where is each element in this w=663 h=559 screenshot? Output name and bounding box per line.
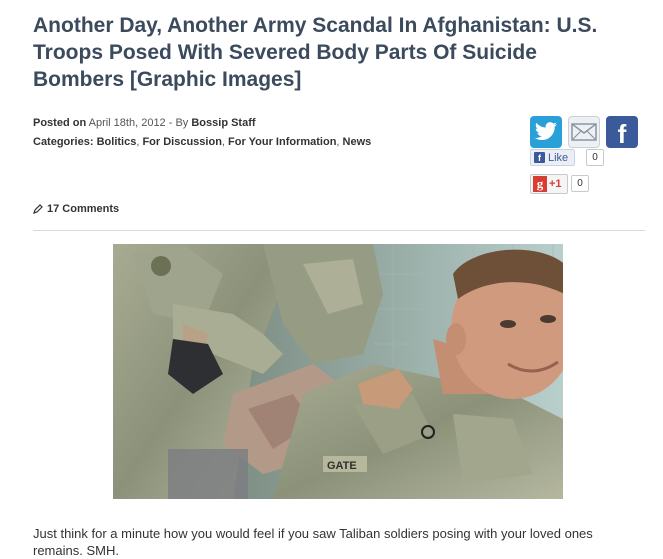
pencil-icon [33,204,43,214]
facebook-icon[interactable]: f [606,116,638,148]
name-tape: GATE [327,460,357,472]
twitter-icon[interactable] [530,116,562,148]
google-plus-button[interactable]: g +1 [530,174,568,194]
gplus-label: +1 [549,178,562,190]
author-link[interactable]: Bossip Staff [191,117,255,129]
categories-line: Categories: Bolitics, For Discussion, Fo… [33,136,372,148]
posted-label: Posted on [33,117,87,129]
category-link-bolitics[interactable]: Bolitics [97,136,137,148]
article-caption: Just think for a minute how you would fe… [33,526,593,558]
comments-count: 17 Comments [47,203,120,215]
posted-line: Posted on April 18th, 2012 - By Bossip S… [33,114,513,133]
google-plus-icon: g [533,176,547,192]
posted-date: April 18th, 2012 [88,117,166,129]
article-title[interactable]: Another Day, Another Army Scandal In Afg… [33,12,633,93]
divider [33,230,645,231]
by-label: - By [165,117,192,129]
article-photo: GATE [113,244,563,499]
categories-label: Categories: [33,136,94,148]
category-link-for-your-information[interactable]: For Your Information [228,136,336,148]
category-link-for-discussion[interactable]: For Discussion [142,136,221,148]
facebook-mini-icon: f [534,152,545,163]
like-label: Like [548,151,569,164]
like-count: 0 [586,149,604,166]
share-box: f f Like 0 g +1 0 [530,116,645,196]
email-icon[interactable] [568,116,600,148]
post-meta: Posted on April 18th, 2012 - By Bossip S… [33,114,513,152]
soldiers-photo: GATE [113,244,563,499]
facebook-like-button[interactable]: f Like [530,149,575,166]
comments-link[interactable]: 17 Comments [33,203,119,215]
category-link-news[interactable]: News [343,136,372,148]
gplus-count: 0 [571,175,589,192]
